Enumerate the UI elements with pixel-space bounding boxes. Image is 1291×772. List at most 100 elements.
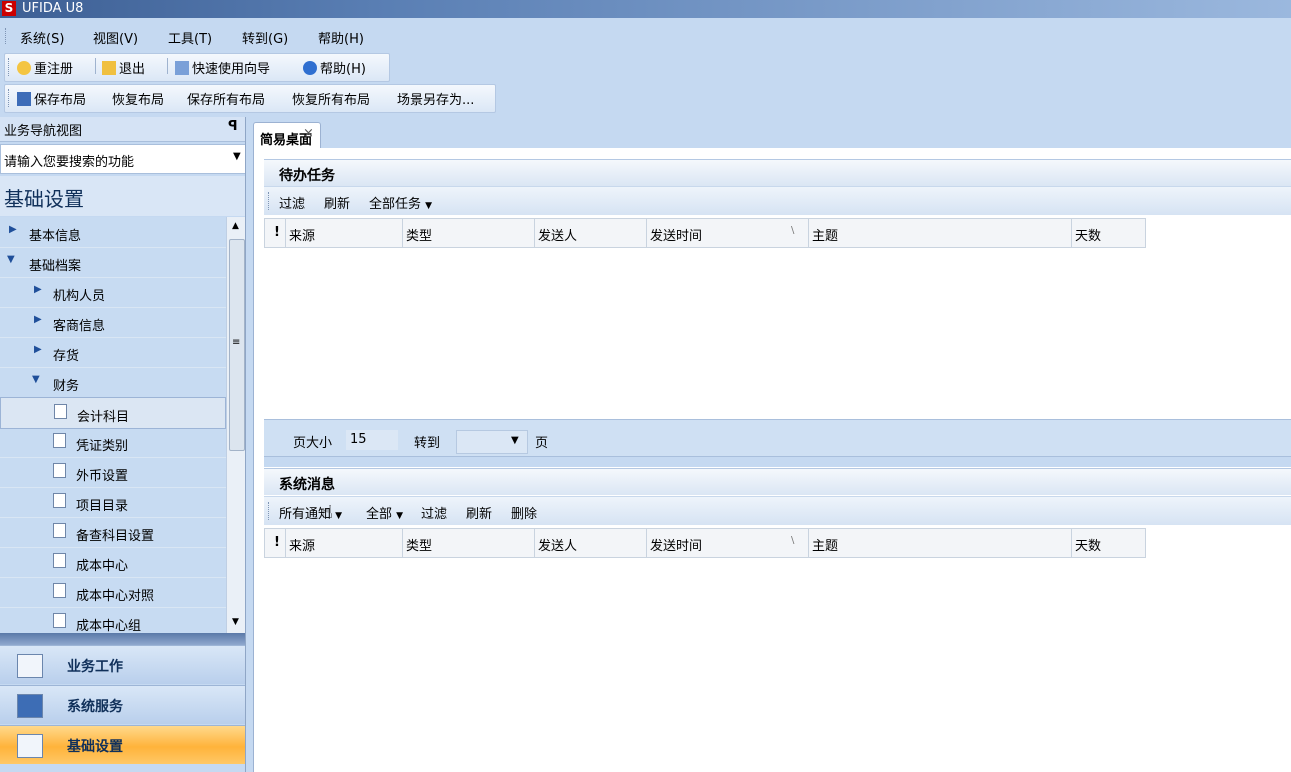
col-subject[interactable]: 主题 bbox=[808, 219, 1072, 247]
messages-refresh-button[interactable]: 刷新 bbox=[466, 503, 492, 522]
toolbar-grip[interactable] bbox=[8, 89, 12, 107]
user-icon bbox=[17, 61, 31, 75]
page-size-input[interactable]: 15 bbox=[346, 430, 398, 450]
col-header-label: 主题 bbox=[812, 539, 839, 554]
tree-item-voucher-types[interactable]: 凭证类别 bbox=[0, 427, 226, 458]
restore-layout-button[interactable]: 恢复布局 bbox=[112, 89, 164, 108]
toolbar-grip[interactable] bbox=[268, 192, 272, 210]
col-sender[interactable]: 发送人 bbox=[534, 219, 647, 247]
toolbar-grip[interactable] bbox=[268, 502, 272, 520]
close-icon[interactable]: × bbox=[303, 126, 314, 141]
save-layout-button[interactable]: 保存布局 bbox=[17, 89, 86, 108]
chevron-down-icon[interactable]: ▼ bbox=[511, 435, 519, 446]
toolbar-separator bbox=[95, 58, 96, 74]
messages-all-dropdown[interactable]: 全部 ▼ bbox=[366, 503, 403, 522]
document-icon bbox=[53, 463, 66, 478]
document-icon bbox=[53, 553, 66, 568]
tree-item-finance[interactable]: ▼ 财务 bbox=[0, 367, 226, 398]
save-all-layouts-button[interactable]: 保存所有布局 bbox=[187, 89, 265, 108]
relogin-label: 重注册 bbox=[34, 62, 74, 77]
document-icon bbox=[53, 583, 66, 598]
col-priority[interactable]: ! bbox=[265, 219, 286, 247]
col-source[interactable]: 来源 bbox=[285, 529, 403, 557]
business-work-button[interactable]: 业务工作 bbox=[0, 645, 245, 684]
business-work-label: 业务工作 bbox=[67, 659, 123, 675]
todo-grid-body[interactable] bbox=[264, 248, 1291, 419]
col-subject[interactable]: 主题 bbox=[808, 529, 1072, 557]
scroll-up-icon[interactable]: ▲ bbox=[232, 221, 239, 231]
goto-page-select[interactable]: ▼ bbox=[456, 430, 528, 454]
col-type[interactable]: 类型 bbox=[402, 219, 535, 247]
nav-tree-scrollbar[interactable]: ▲ ≡ ▼ bbox=[226, 217, 246, 633]
tree-item-customer-vendor[interactable]: ▶ 客商信息 bbox=[0, 307, 226, 338]
collapse-arrow-icon[interactable]: ▼ bbox=[32, 374, 40, 385]
tree-item-inventory[interactable]: ▶ 存货 bbox=[0, 337, 226, 368]
restore-all-layouts-button[interactable]: 恢复所有布局 bbox=[292, 89, 370, 108]
col-header-label: 主题 bbox=[812, 229, 839, 244]
menu-goto[interactable]: 转到(G) bbox=[242, 28, 288, 47]
todo-section-header: 待办任务 bbox=[264, 159, 1291, 186]
col-priority[interactable]: ! bbox=[265, 529, 286, 557]
col-source[interactable]: 来源 bbox=[285, 219, 403, 247]
basic-settings-button[interactable]: 基础设置 bbox=[0, 725, 245, 764]
tree-item-memo-subject-settings[interactable]: 备查科目设置 bbox=[0, 517, 226, 548]
save-layout-label: 保存布局 bbox=[34, 93, 87, 108]
messages-grid-header: ! 来源 类型 发送人 发送时间 \ 主题 天数 bbox=[264, 528, 1146, 558]
tree-item-cost-center-group[interactable]: 成本中心组 bbox=[0, 607, 226, 633]
chevron-down-icon[interactable]: ▼ bbox=[233, 151, 241, 162]
todo-all-tasks-dropdown[interactable]: 全部任务 ▼ bbox=[369, 193, 432, 212]
system-service-button[interactable]: 系统服务 bbox=[0, 685, 245, 724]
function-search-input[interactable]: 请输入您要搜索的功能 ▼ bbox=[0, 144, 248, 174]
expand-arrow-icon[interactable]: ▶ bbox=[34, 344, 42, 355]
tab-simple-desktop[interactable]: 简易桌面 × bbox=[253, 122, 321, 150]
help-button[interactable]: 帮助(H) bbox=[303, 58, 366, 77]
expand-arrow-icon[interactable]: ▶ bbox=[34, 284, 42, 295]
col-days[interactable]: 天数 bbox=[1071, 219, 1144, 247]
col-type[interactable]: 类型 bbox=[402, 529, 535, 557]
tree-item-label: 存货 bbox=[53, 349, 80, 364]
messages-filter-button[interactable]: 过滤 bbox=[421, 503, 447, 522]
col-send-time[interactable]: 发送时间 \ bbox=[646, 219, 809, 247]
expand-arrow-icon[interactable]: ▶ bbox=[9, 224, 17, 235]
todo-filter-button[interactable]: 过滤 bbox=[279, 193, 305, 212]
collapse-arrow-icon[interactable]: ▼ bbox=[7, 254, 15, 265]
col-send-time[interactable]: 发送时间 \ bbox=[646, 529, 809, 557]
tree-item-basic-info[interactable]: ▶ 基本信息 bbox=[0, 217, 226, 248]
nav-splitter[interactable] bbox=[0, 633, 245, 645]
pin-icon[interactable]: ꟼ bbox=[228, 119, 238, 134]
col-header-label: ! bbox=[274, 225, 280, 240]
mouse-cursor-icon: ☝ bbox=[322, 502, 333, 523]
menu-system[interactable]: 系统(S) bbox=[20, 28, 64, 47]
expand-arrow-icon[interactable]: ▶ bbox=[34, 314, 42, 325]
messages-delete-button[interactable]: 删除 bbox=[511, 503, 537, 522]
relogin-button[interactable]: 重注册 bbox=[17, 58, 73, 77]
col-days[interactable]: 天数 bbox=[1071, 529, 1144, 557]
scroll-down-icon[interactable]: ▼ bbox=[232, 617, 239, 627]
save-scene-as-button[interactable]: 场景另存为... bbox=[397, 89, 474, 108]
messages-section-header: 系统消息 bbox=[264, 468, 1291, 495]
menu-view[interactable]: 视图(V) bbox=[93, 28, 138, 47]
toolbar-grip[interactable] bbox=[8, 58, 12, 76]
tree-item-org-personnel[interactable]: ▶ 机构人员 bbox=[0, 277, 226, 308]
tree-item-basic-archives[interactable]: ▼ 基础档案 bbox=[0, 247, 226, 278]
messages-title: 系统消息 bbox=[279, 477, 335, 493]
col-sender[interactable]: 发送人 bbox=[534, 529, 647, 557]
tree-item-cost-center-mapping[interactable]: 成本中心对照 bbox=[0, 577, 226, 608]
todo-toolbar: 过滤 刷新 全部任务 ▼ bbox=[264, 186, 1291, 215]
col-header-label: 天数 bbox=[1075, 539, 1102, 554]
menubar-grip[interactable] bbox=[5, 28, 9, 44]
tree-item-project-catalog[interactable]: 项目目录 bbox=[0, 487, 226, 518]
messages-all-label: 全部 bbox=[366, 507, 393, 522]
menu-tools[interactable]: 工具(T) bbox=[168, 28, 212, 47]
menu-help[interactable]: 帮助(H) bbox=[318, 28, 364, 47]
todo-refresh-button[interactable]: 刷新 bbox=[324, 193, 350, 212]
nav-panel-header: 业务导航视图 ꟼ bbox=[0, 117, 247, 142]
exit-button[interactable]: 退出 bbox=[102, 58, 145, 77]
tree-item-accounting-subjects[interactable]: 会计科目 bbox=[0, 397, 226, 429]
document-icon bbox=[54, 404, 67, 419]
quick-guide-button[interactable]: 快速使用向导 bbox=[175, 58, 270, 77]
system-service-label: 系统服务 bbox=[67, 699, 123, 715]
tree-item-currency-settings[interactable]: 外币设置 bbox=[0, 457, 226, 488]
messages-grid-body[interactable] bbox=[264, 558, 1291, 772]
tree-item-cost-center[interactable]: 成本中心 bbox=[0, 547, 226, 578]
